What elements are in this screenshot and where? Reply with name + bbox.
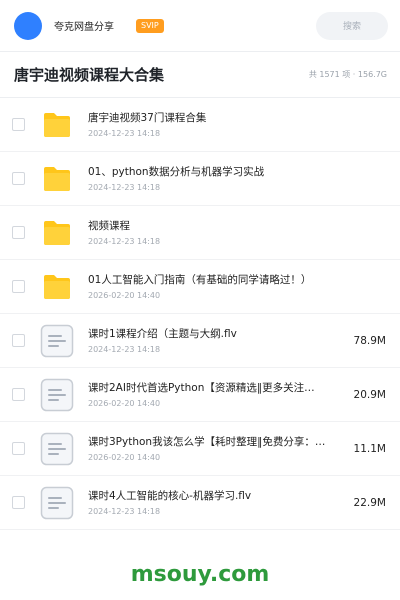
- file-row[interactable]: 课时4人工智能的核心-机器学习.flv 2024-12-23 14:18 22.…: [0, 476, 400, 530]
- document-icon: [40, 486, 74, 520]
- file-size: 20.9M: [353, 388, 386, 401]
- file-name: 视频课程: [88, 219, 130, 232]
- watermark: msouy.com: [130, 562, 270, 587]
- file-name: 唐宇迪视频37门课程合集: [88, 111, 207, 124]
- file-row[interactable]: 课时1课程介绍（主题与大纲.flv 2024-12-23 14:18 78.9M: [0, 314, 400, 368]
- file-date: 2026-02-20 14:40: [88, 398, 161, 408]
- folder-icon: [40, 216, 74, 250]
- file-name: 01、python数据分析与机器学习实战: [88, 165, 265, 178]
- file-name: 课时4人工智能的核心-机器学习.flv: [88, 489, 252, 502]
- row-checkbox[interactable]: [12, 118, 25, 131]
- file-row[interactable]: 课时2AI时代首选Python【资源精选‖更多关注… 2026-02-20 14…: [0, 368, 400, 422]
- avatar[interactable]: [14, 11, 42, 40]
- file-info: 唐宇迪视频37门课程合集 2024-12-23 14:18: [88, 111, 376, 139]
- item-summary: 共 1571 项 · 156.7G: [308, 70, 387, 79]
- svip-badge: SVIP: [136, 18, 164, 33]
- file-date: 2024-12-23 14:18: [88, 236, 161, 246]
- row-checkbox[interactable]: [12, 172, 25, 185]
- search-button[interactable]: 搜索: [316, 11, 388, 40]
- share-owner-name: 夸克网盘分享: [54, 22, 114, 33]
- file-size: 78.9M: [353, 334, 386, 347]
- document-icon: [40, 432, 74, 466]
- file-name: 课时1课程介绍（主题与大纲.flv: [88, 327, 237, 340]
- file-row[interactable]: 01人工智能入门指南（有基础的同学请略过！） 2026-02-20 14:40: [0, 260, 400, 314]
- file-size: 22.9M: [353, 496, 386, 509]
- file-row[interactable]: 课时3Python我该怎么学【耗时整理‖免费分享：… 2026-02-20 14…: [0, 422, 400, 476]
- header-bar: 夸克网盘分享 SVIP 搜索: [0, 0, 400, 52]
- file-size: 11.1M: [353, 442, 386, 455]
- row-checkbox[interactable]: [12, 496, 25, 509]
- file-name: 课时2AI时代首选Python【资源精选‖更多关注…: [88, 381, 315, 394]
- document-icon: [40, 378, 74, 412]
- row-checkbox[interactable]: [12, 280, 25, 293]
- file-info: 课时4人工智能的核心-机器学习.flv 2024-12-23 14:18: [88, 489, 344, 517]
- page-title: 唐宇迪视频课程大合集: [14, 66, 165, 84]
- row-checkbox[interactable]: [12, 226, 25, 239]
- file-info: 01人工智能入门指南（有基础的同学请略过！） 2026-02-20 14:40: [88, 273, 376, 301]
- file-name: 01人工智能入门指南（有基础的同学请略过！）: [88, 273, 312, 286]
- file-date: 2026-02-20 14:40: [88, 290, 161, 300]
- document-icon: [40, 324, 74, 358]
- folder-icon: [40, 270, 74, 304]
- share-page: 夸克网盘分享 SVIP 搜索 唐宇迪视频课程大合集 共 1571 项 · 156…: [0, 0, 400, 600]
- file-list: 唐宇迪视频37门课程合集 2024-12-23 14:18 01、python数…: [0, 98, 400, 530]
- file-row[interactable]: 01、python数据分析与机器学习实战 2024-12-23 14:18: [0, 152, 400, 206]
- folder-icon: [40, 108, 74, 142]
- file-date: 2026-02-20 14:40: [88, 452, 161, 462]
- file-info: 视频课程 2024-12-23 14:18: [88, 219, 376, 247]
- file-date: 2024-12-23 14:18: [88, 344, 161, 354]
- row-checkbox[interactable]: [12, 442, 25, 455]
- row-checkbox[interactable]: [12, 334, 25, 347]
- file-row[interactable]: 唐宇迪视频37门课程合集 2024-12-23 14:18: [0, 98, 400, 152]
- folder-icon: [40, 162, 74, 196]
- file-info: 课时1课程介绍（主题与大纲.flv 2024-12-23 14:18: [88, 327, 344, 355]
- file-info: 课时3Python我该怎么学【耗时整理‖免费分享：… 2026-02-20 14…: [88, 435, 344, 463]
- file-date: 2024-12-23 14:18: [88, 128, 161, 138]
- file-date: 2024-12-23 14:18: [88, 182, 161, 192]
- file-info: 课时2AI时代首选Python【资源精选‖更多关注… 2026-02-20 14…: [88, 381, 344, 409]
- file-info: 01、python数据分析与机器学习实战 2024-12-23 14:18: [88, 165, 376, 193]
- file-name: 课时3Python我该怎么学【耗时整理‖免费分享：…: [88, 435, 326, 448]
- title-bar: 唐宇迪视频课程大合集 共 1571 项 · 156.7G: [0, 52, 400, 98]
- file-row[interactable]: 视频课程 2024-12-23 14:18: [0, 206, 400, 260]
- file-date: 2024-12-23 14:18: [88, 506, 161, 516]
- row-checkbox[interactable]: [12, 388, 25, 401]
